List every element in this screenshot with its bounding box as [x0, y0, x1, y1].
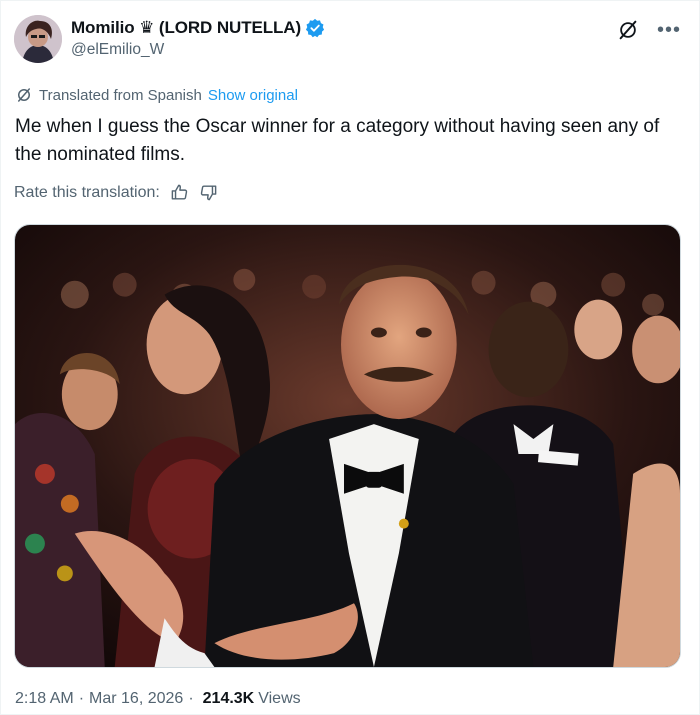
display-name[interactable]: Momilio ♛ (LORD NUTELLA): [71, 18, 301, 38]
views-count: 214.3K: [202, 690, 255, 707]
tweet-card: Momilio ♛ (LORD NUTELLA) @elEmilio_W •••…: [0, 0, 700, 715]
thumbs-down-icon[interactable]: [199, 183, 218, 202]
author-names: Momilio ♛ (LORD NUTELLA) @elEmilio_W: [71, 17, 325, 59]
more-icon[interactable]: •••: [657, 20, 681, 40]
tweet-top-actions: •••: [617, 19, 681, 41]
tweet-text: Me when I guess the Oscar winner for a c…: [15, 116, 660, 165]
rate-label: Rate this translation:: [14, 183, 160, 201]
views-label: Views: [258, 690, 301, 707]
tweet-date[interactable]: Mar 16, 2026: [89, 690, 183, 708]
tweet-meta: 2:18 AM · Mar 16, 2026 · 214.3K Views: [15, 690, 301, 708]
translation-notice: Translated from Spanish Show original: [15, 86, 298, 104]
author-handle[interactable]: @elEmilio_W: [71, 41, 325, 59]
meta-separator: ·: [78, 690, 85, 707]
thumbs-up-icon[interactable]: [170, 183, 189, 202]
rate-translation: Rate this translation:: [14, 183, 218, 202]
tweet-header: Momilio ♛ (LORD NUTELLA) @elEmilio_W •••: [14, 15, 687, 67]
translated-label: Translated from Spanish: [39, 86, 202, 104]
translate-icon: [18, 88, 30, 102]
show-original-link[interactable]: Show original: [208, 87, 298, 104]
tweet-media-photo[interactable]: [14, 224, 681, 668]
meta-separator: ·: [188, 690, 194, 707]
tweet-time[interactable]: 2:18 AM: [15, 690, 74, 708]
avatar[interactable]: [14, 15, 62, 63]
verified-badge-icon: [305, 18, 325, 38]
grok-icon[interactable]: [617, 19, 639, 41]
